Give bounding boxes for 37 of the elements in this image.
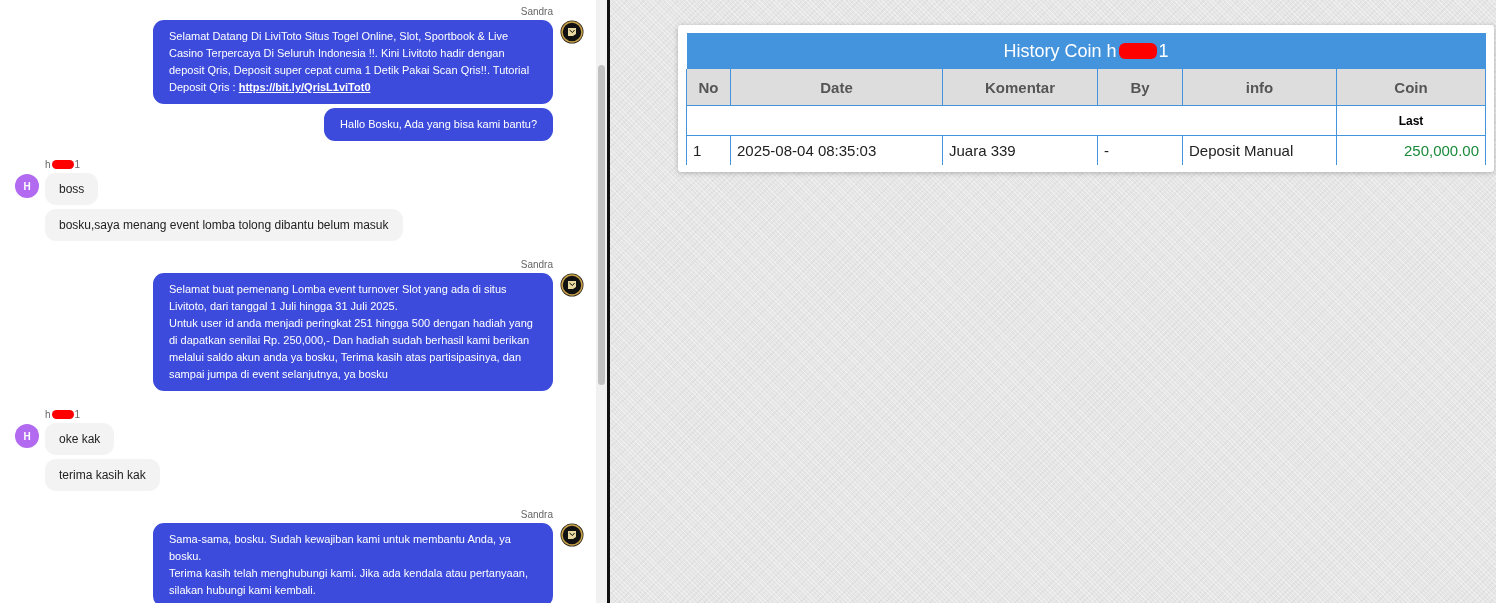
table-cell: 2025-08-04 08:35:03 bbox=[730, 135, 943, 165]
scrollbar-thumb[interactable] bbox=[598, 65, 605, 385]
message-bubble: Selamat Datang Di LiviToto Situs Togel Online, Slot, Sportbook & Live Casino Terpercaya Di Seluruh Indonesia !!. Kini Livitoto hadir dengan deposit Qris, Deposit super cepat cuma 1 Detik Pakai Scan Qris!!. Tutorial Deposit Qris : https://bit.ly/QrisL1viTot0 bbox=[153, 20, 553, 104]
message-bubble: terima kasih kak bbox=[45, 459, 160, 491]
user-avatar: H bbox=[15, 424, 39, 448]
sender-name: Sandra bbox=[520, 508, 553, 521]
column-header: No bbox=[686, 69, 731, 106]
message-bubble: Hallo Bosku, Ada yang bisa kami bantu? bbox=[324, 108, 553, 141]
table-title: 1 bbox=[1158, 40, 1169, 62]
message-bubble: bosku,saya menang event lomba tolong dibantu belum masuk bbox=[45, 209, 403, 241]
coin-cell: 250,000.00 bbox=[1336, 135, 1486, 165]
message-bubble: boss bbox=[45, 173, 99, 205]
column-header: Date bbox=[730, 69, 943, 106]
subheader-cell: Last bbox=[1336, 105, 1486, 136]
table-cell: - bbox=[1097, 135, 1183, 165]
avatar-icon bbox=[560, 523, 584, 547]
column-header: By bbox=[1097, 69, 1183, 106]
sender-name: 1 bbox=[74, 408, 81, 421]
column-header: info bbox=[1182, 69, 1337, 106]
avatar-icon bbox=[560, 273, 584, 297]
link[interactable]: https://bit.ly/QrisL1viTot0 bbox=[238, 81, 371, 93]
sender-name: Sandra bbox=[520, 5, 553, 18]
sender-name: 1 bbox=[74, 158, 81, 171]
message-bubble: Sama-sama, bosku. Sudah kewajiban kami untuk membantu Anda, ya bosku. Terima kasih telah menghubungi kami. Jika ada kendala atau pertanyaan, silakan hubungi kami kembali. bbox=[153, 523, 553, 603]
avatar-icon bbox=[560, 20, 584, 44]
table-cell: Juara 339 bbox=[942, 135, 1098, 165]
sender-name: h bbox=[45, 408, 51, 421]
table-title: History Coin h bbox=[1003, 40, 1117, 62]
sender-name: Sandra bbox=[520, 258, 553, 271]
message-bubble: Selamat buat pemenang Lomba event turnover Slot yang ada di situs Livitoto, dari tanggal 1 Juli hingga 31 Juli 2025. Untuk user id anda menjadi peringkat 251 hingga 500 dengan hadiah yang di dapatkan senilai Rp. 250,000,- Dan hadiah sudah berhasil kami berikan melalui saldo akun anda ya bosku, Terima kasih atas partisipasinya, dan sampai jumpa di event selanjutnya, ya bosku bbox=[153, 273, 553, 391]
user-avatar: H bbox=[15, 174, 39, 198]
message-bubble: oke kak bbox=[45, 423, 115, 455]
sender-name: h bbox=[45, 158, 51, 171]
column-header: Coin bbox=[1336, 69, 1486, 106]
table-cell: 1 bbox=[686, 135, 731, 165]
table-cell: Deposit Manual bbox=[1182, 135, 1337, 165]
column-header: Komentar bbox=[942, 69, 1098, 106]
